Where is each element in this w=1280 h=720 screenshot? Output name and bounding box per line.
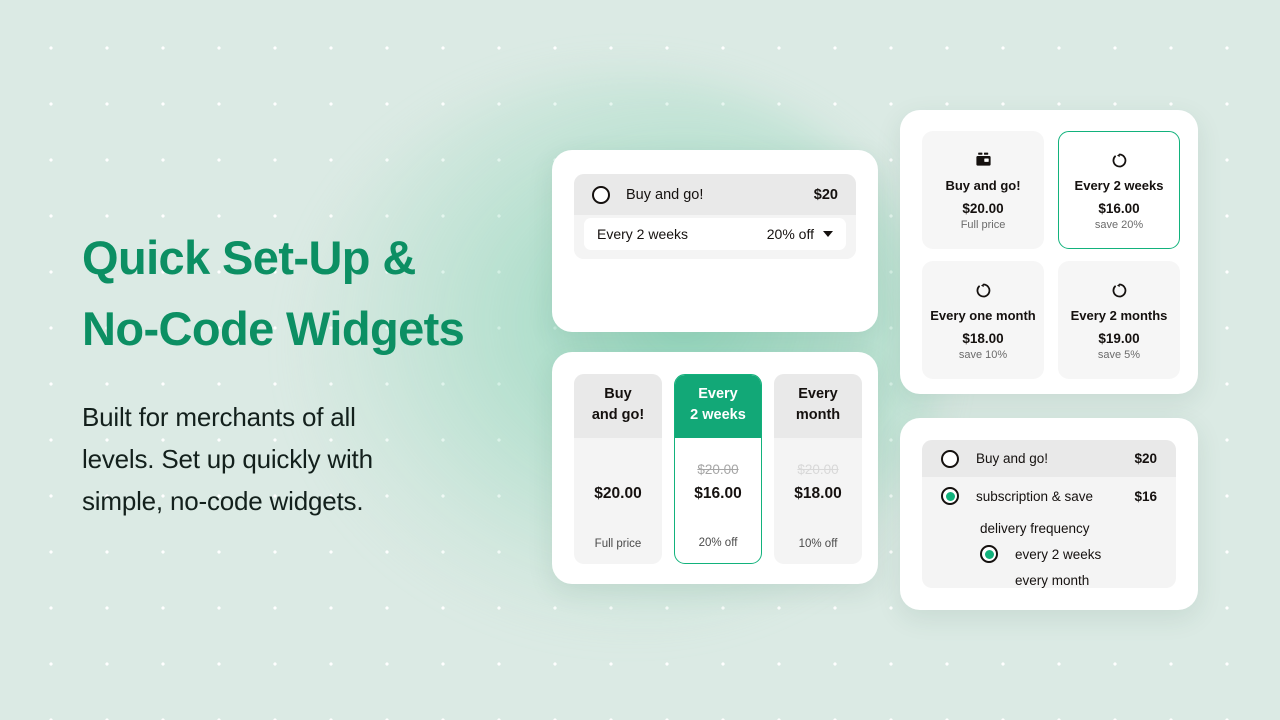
hero-subcopy: Built for merchants of all levels. Set u…: [82, 396, 552, 522]
page-background: Quick Set-Up & No-Code Widgets Built for…: [0, 0, 1280, 720]
plan-column-header: Every 2 weeks: [675, 375, 761, 438]
frequency-value: Every 2 weeks: [597, 226, 689, 242]
radio-row-buy-and-go[interactable]: Buy and go! $20: [574, 174, 856, 215]
frequency-discount: 20% off: [766, 226, 814, 242]
plan-strike-price: $20.00: [697, 461, 739, 477]
hero-copy: Quick Set-Up & No-Code Widgets Built for…: [82, 222, 552, 522]
plan-tile-title: Every 2 weeks: [1074, 178, 1164, 193]
nested-radio-panel: Buy and go! $20 subscription & save $16 …: [922, 440, 1176, 588]
plan-tile-price: $20.00: [962, 201, 1004, 216]
plan-column-every-month[interactable]: Every month $20.00 $18.00 10% off: [774, 374, 862, 564]
nested-row-label: Buy and go!: [976, 451, 1049, 466]
plan-price: $20.00: [594, 485, 642, 502]
plan-tile-price: $18.00: [962, 331, 1004, 346]
plan-note: 10% off: [798, 538, 838, 550]
nested-row-label: subscription & save: [976, 488, 1094, 504]
frequency-option-label: every month: [1015, 572, 1090, 588]
radio-icon-unselected[interactable]: [592, 185, 610, 204]
plan-column-body: $20.00 $16.00 20% off: [675, 438, 761, 564]
nested-row-price: $20: [1134, 451, 1157, 466]
plan-column-header: Every month: [774, 374, 862, 438]
shopping-bag-icon: [975, 151, 992, 169]
plan-tile-every-2-weeks[interactable]: Every 2 weeks $16.00 save 20%: [1058, 131, 1180, 249]
plan-price: $16.00: [694, 484, 742, 502]
plan-tile-note: save 10%: [958, 349, 1008, 361]
radio-icon-unselected[interactable]: [941, 449, 959, 468]
plan-title-line-1: Every: [698, 385, 738, 402]
plan-tile-buy-and-go[interactable]: Buy and go! $20.00 Full price: [922, 131, 1044, 249]
plan-tile-note: save 5%: [1097, 349, 1141, 361]
recurring-refresh-icon: [1112, 281, 1127, 299]
subcopy-line-1: Built for merchants of all: [82, 402, 356, 432]
widget-grid: Buy and go! $20.00 Full price Every 2 we…: [900, 110, 1198, 394]
frequency-select[interactable]: Every 2 weeks 20% off: [584, 218, 846, 250]
plan-tile-group: Buy and go! $20.00 Full price Every 2 we…: [922, 131, 1180, 379]
plan-strike-price: $20.00: [797, 462, 839, 477]
plan-tile-every-one-month[interactable]: Every one month $18.00 save 10%: [922, 261, 1044, 379]
radio-icon-selected[interactable]: [941, 487, 959, 505]
recurring-refresh-icon: [976, 281, 991, 299]
plan-title-line-1: Buy: [604, 386, 632, 402]
delivery-frequency-label: delivery frequency: [980, 520, 1090, 536]
recurring-refresh-icon: [1112, 151, 1127, 169]
plan-column-body: $20.00 Full price: [574, 438, 662, 564]
plan-tile-every-2-months[interactable]: Every 2 months $19.00 save 5%: [1058, 261, 1180, 379]
plan-title-line-2: 2 weeks: [690, 406, 746, 423]
plan-tile-title: Every 2 months: [1070, 308, 1168, 323]
plan-column-header: Buy and go!: [574, 374, 662, 438]
plan-title-line-2: and go!: [591, 407, 645, 423]
subcopy-line-3: simple, no-code widgets.: [82, 486, 364, 516]
plan-column-every-2-weeks[interactable]: Every 2 weeks $20.00 $16.00 20% off: [674, 374, 762, 564]
frequency-option-every-2-weeks[interactable]: every 2 weeks: [922, 541, 1176, 567]
plan-tile-note: save 20%: [1094, 219, 1144, 231]
plan-tile-title: Every one month: [930, 308, 1036, 323]
frequency-option-every-month[interactable]: every month: [922, 567, 1176, 588]
radio-label: Buy and go!: [626, 186, 704, 203]
widget-columns: Buy and go! $20.00 Full price Every 2 we…: [552, 352, 878, 584]
page-title: Quick Set-Up & No-Code Widgets: [82, 222, 552, 364]
plan-tile-note: Full price: [960, 219, 1006, 231]
radio-icon-selected[interactable]: [980, 545, 998, 563]
plan-title-line-2: month: [795, 407, 841, 423]
plan-column-body: $20.00 $18.00 10% off: [774, 438, 862, 564]
nested-row-subscription[interactable]: subscription & save $16: [922, 477, 1176, 515]
widget-radio-simple: Buy and go! $20 subscription OFF $16 Eve…: [552, 150, 878, 332]
plan-note: Full price: [594, 538, 642, 550]
plan-column-group: Buy and go! $20.00 Full price Every 2 we…: [574, 374, 862, 564]
frequency-discount-group: 20% off: [767, 226, 833, 242]
plan-tile-price: $19.00: [1098, 331, 1140, 346]
plan-tile-title: Buy and go!: [945, 178, 1021, 193]
subcopy-line-2: levels. Set up quickly with: [82, 444, 373, 474]
widget-radio-nested: Buy and go! $20 subscription & save $16 …: [900, 418, 1198, 610]
plan-title-line-1: Every: [798, 386, 838, 402]
radio-price: $20: [813, 186, 838, 203]
nested-row-buy-and-go[interactable]: Buy and go! $20: [922, 440, 1176, 477]
nested-row-price: $16: [1134, 488, 1157, 504]
chevron-down-icon[interactable]: [823, 231, 833, 237]
headline-line-1: Quick Set-Up &: [82, 231, 416, 284]
plan-tile-price: $16.00: [1098, 201, 1140, 216]
radio-panel: Buy and go! $20 subscription OFF $16 Eve…: [574, 174, 856, 259]
plan-column-buy-and-go[interactable]: Buy and go! $20.00 Full price: [574, 374, 662, 564]
headline-line-2: No-Code Widgets: [82, 302, 465, 355]
plan-note: 20% off: [698, 537, 738, 549]
plan-price: $18.00: [794, 485, 842, 502]
frequency-option-label: every 2 weeks: [1015, 546, 1102, 562]
